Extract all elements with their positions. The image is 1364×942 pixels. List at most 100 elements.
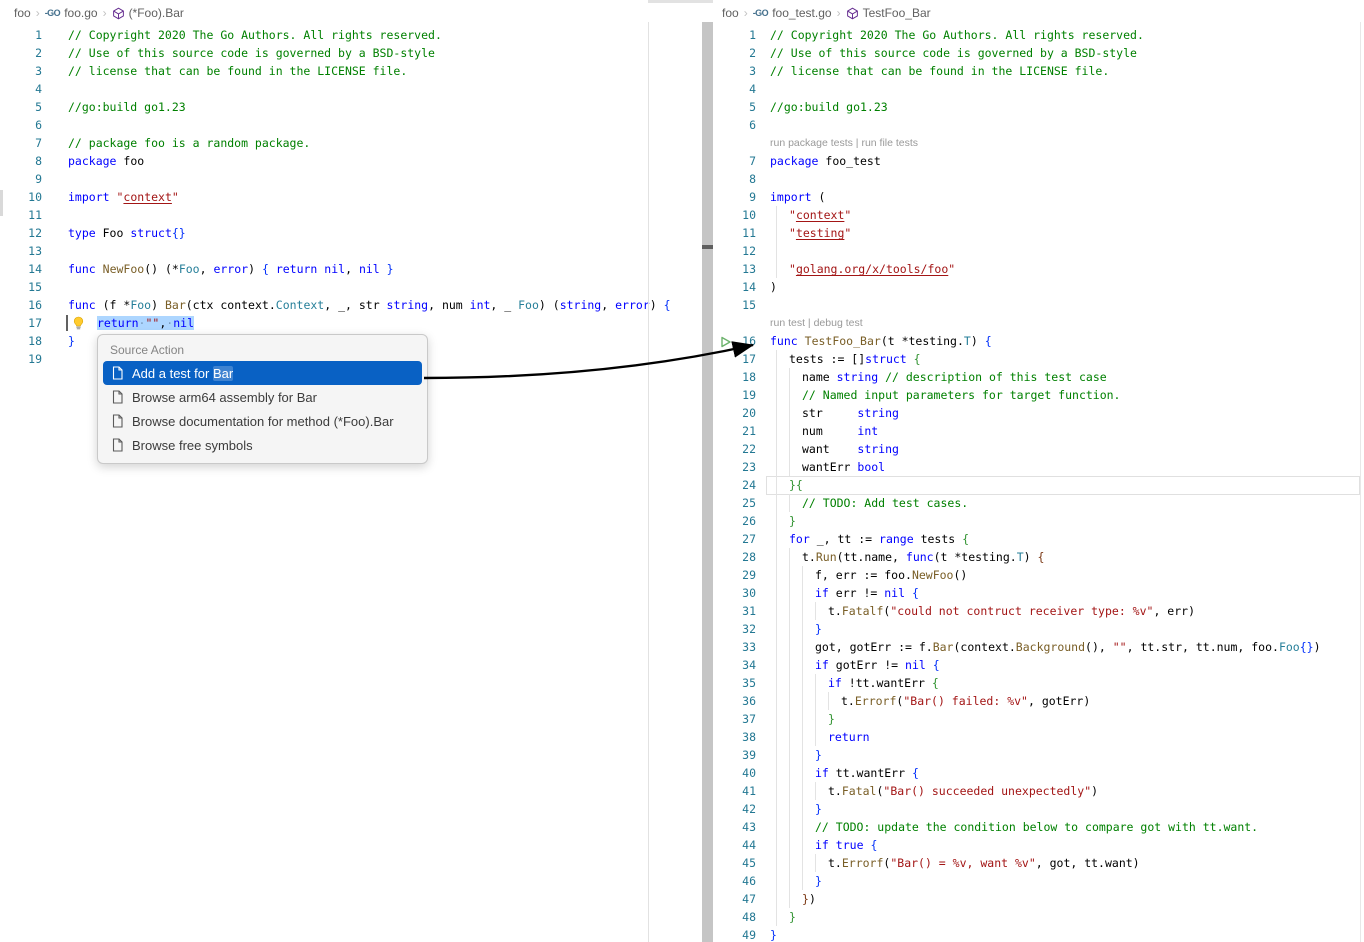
code-line: 30if err != nil {	[713, 584, 1364, 602]
line-number: 2	[713, 44, 756, 62]
line-number: 17	[713, 350, 756, 368]
line-number: 40	[713, 764, 756, 782]
code-line: 18name string // description of this tes…	[713, 368, 1364, 386]
code-text: import "context"	[68, 188, 179, 206]
code-line: 10 import "context"	[0, 188, 648, 206]
code-text: func TestFoo_Bar(t *testing.T) {	[770, 332, 992, 350]
code-line: 23wantErr bool	[713, 458, 1364, 476]
line-number: 33	[713, 638, 756, 656]
menu-item-browse-free-symbols[interactable]: Browse free symbols	[103, 433, 422, 457]
line-number: 34	[713, 656, 756, 674]
code-line: 1// Copyright 2020 The Go Authors. All r…	[713, 26, 1364, 44]
breadcrumb-folder[interactable]: foo	[14, 6, 31, 20]
codelens-links[interactable]: run package tests | run file tests	[770, 134, 918, 152]
code-line: 39}	[713, 746, 1364, 764]
code-line: 13"golang.org/x/tools/foo"	[713, 260, 1364, 278]
code-line: 15	[713, 296, 1364, 314]
code-text: if gotErr != nil {	[770, 656, 940, 674]
code-text: t.Run(tt.name, func(t *testing.T) {	[770, 548, 1044, 566]
code-text: // license that can be found in the LICE…	[68, 62, 407, 80]
code-text: // Use of this source code is governed b…	[770, 44, 1137, 62]
code-text: }	[68, 332, 75, 350]
code-text: got, gotErr := f.Bar(context.Background(…	[770, 638, 1321, 656]
line-number: 36	[713, 692, 756, 710]
code-line: 47})	[713, 890, 1364, 908]
code-line: 34 if gotErr != nil {	[713, 656, 1364, 674]
code-line: 21num int	[713, 422, 1364, 440]
menu-item-label: Add a test for Bar	[132, 366, 233, 381]
line-number: 9	[713, 188, 756, 206]
line-number: 29	[713, 566, 756, 584]
breadcrumb-file[interactable]: foo.go	[64, 6, 97, 20]
code-text: if tt.wantErr {	[770, 764, 919, 782]
code-text: if !tt.wantErr {	[770, 674, 939, 692]
menu-item-label: Browse documentation for method (*Foo).B…	[132, 414, 394, 429]
breadcrumb-file[interactable]: foo_test.go	[772, 6, 831, 20]
code-text: return	[770, 728, 870, 746]
code-line: 17 tests := []struct {	[713, 350, 1364, 368]
line-number: 15	[0, 278, 42, 296]
line-number: 3	[713, 62, 756, 80]
code-line: 16func (f *Foo) Bar(ctx context.Context,…	[0, 296, 648, 314]
code-line: 15	[0, 278, 648, 296]
code-text: for _, tt := range tests {	[770, 530, 969, 548]
chevron-right-icon: ›	[836, 6, 842, 20]
code-text: // Copyright 2020 The Go Authors. All ri…	[770, 26, 1144, 44]
code-text: t.Fatal("Bar() succeeded unexpectedly")	[770, 782, 1098, 800]
breadcrumb-left: foo › -GO foo.go › (*Foo).Bar	[0, 0, 648, 26]
code-text: func (f *Foo) Bar(ctx context.Context, _…	[68, 296, 671, 314]
line-number: 48	[713, 908, 756, 926]
code-area-right[interactable]: 1// Copyright 2020 The Go Authors. All r…	[713, 26, 1364, 942]
line-number: 13	[0, 242, 42, 260]
code-text: tests := []struct {	[770, 350, 921, 368]
code-text: })	[770, 890, 816, 908]
line-number: 10	[0, 188, 42, 206]
line-number: 6	[0, 116, 42, 134]
code-text: if true {	[770, 836, 877, 854]
code-line: 29 f, err := foo.NewFoo()	[713, 566, 1364, 584]
line-number: 5	[0, 98, 42, 116]
code-line: 1// Copyright 2020 The Go Authors. All r…	[0, 26, 648, 44]
menu-item-browse-documentation[interactable]: Browse documentation for method (*Foo).B…	[103, 409, 422, 433]
code-line: 48}	[713, 908, 1364, 926]
code-line: 20str string	[713, 404, 1364, 422]
gutter-decoration	[0, 190, 3, 216]
code-line: 6	[0, 116, 648, 134]
menu-item-add-test[interactable]: Add a test for Bar	[103, 361, 422, 385]
code-line: 42}	[713, 800, 1364, 818]
line-number: 9	[0, 170, 42, 188]
code-line: 45t.Errorf("Bar() = %v, want %v", got, t…	[713, 854, 1364, 872]
code-text: }	[770, 512, 796, 530]
code-text: f, err := foo.NewFoo()	[770, 566, 967, 584]
breadcrumb-folder[interactable]: foo	[722, 6, 739, 20]
line-number: 17	[0, 314, 42, 332]
line-number: 7	[713, 152, 756, 170]
line-number: 47	[713, 890, 756, 908]
code-line: 35if !tt.wantErr {	[713, 674, 1364, 692]
symbol-function-icon	[846, 7, 859, 20]
code-line: 22want string	[713, 440, 1364, 458]
code-line: 2 // Use of this source code is governed …	[713, 44, 1364, 62]
code-text: "context"	[770, 206, 851, 224]
line-number: 42	[713, 800, 756, 818]
line-number: 39	[713, 746, 756, 764]
breadcrumb-symbol[interactable]: TestFoo_Bar	[863, 6, 931, 20]
code-line: 13	[0, 242, 648, 260]
code-text: wantErr bool	[770, 458, 885, 476]
line-number: 37	[713, 710, 756, 728]
breadcrumb-symbol[interactable]: (*Foo).Bar	[129, 6, 184, 20]
line-number: 2	[0, 44, 42, 62]
line-number: 38	[713, 728, 756, 746]
line-number: 12	[0, 224, 42, 242]
line-number: 21	[713, 422, 756, 440]
codelens-links[interactable]: run test | debug test	[770, 314, 863, 332]
code-text: t.Errorf("Bar() = %v, want %v", got, tt.…	[770, 854, 1140, 872]
line-number: 6	[713, 116, 756, 134]
menu-item-browse-assembly[interactable]: Browse arm64 assembly for Bar	[103, 385, 422, 409]
line-number: 32	[713, 620, 756, 638]
code-area-left[interactable]: 1// Copyright 2020 The Go Authors. All r…	[0, 26, 648, 368]
code-line: 8	[713, 170, 1364, 188]
code-line: 26}	[713, 512, 1364, 530]
line-number: 24	[713, 476, 756, 494]
menu-header: Source Action	[98, 339, 427, 361]
